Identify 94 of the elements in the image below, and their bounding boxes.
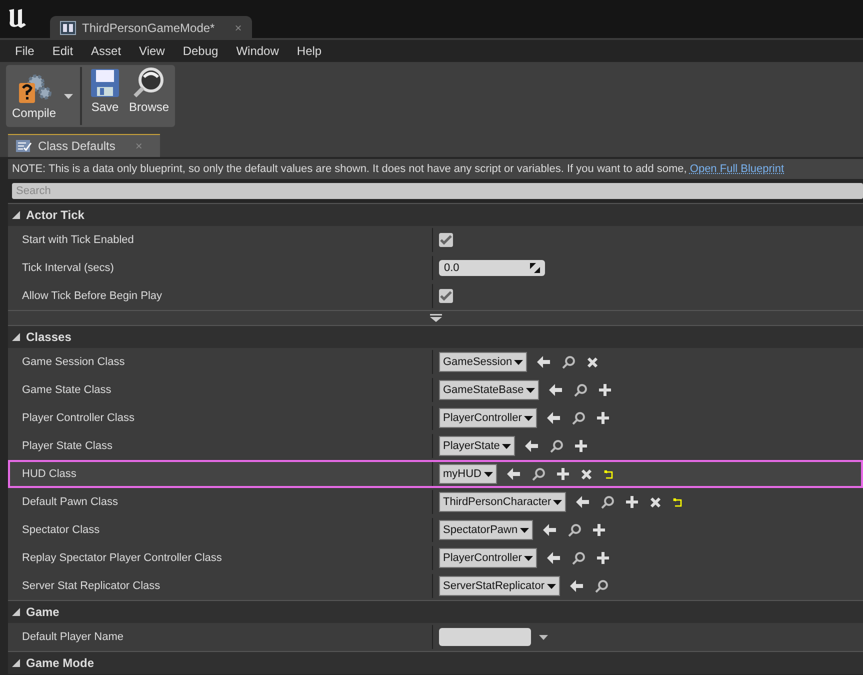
plus-icon[interactable]: [598, 384, 611, 396]
property-label: Game Session Class: [22, 356, 125, 368]
section-header[interactable]: Classes: [8, 326, 863, 348]
menu-item[interactable]: File: [6, 44, 44, 58]
search-icon[interactable]: [601, 496, 614, 508]
clear-icon[interactable]: [650, 496, 662, 508]
arrow-left-icon[interactable]: [542, 524, 556, 536]
arrow-left-icon[interactable]: [546, 552, 560, 564]
caret-icon: [502, 444, 511, 448]
note-text: NOTE: This is a data only blueprint, so only the default values are shown. It does not have any script or variables. If you want to add some, Open Full Blueprint: [8, 159, 863, 179]
search-icon[interactable]: [550, 440, 563, 452]
class-dropdown[interactable]: PlayerController: [439, 408, 537, 428]
browse-button[interactable]: Browse: [125, 65, 174, 127]
caret-icon: [553, 500, 562, 504]
compile-button[interactable]: Compile: [8, 70, 60, 122]
class-dropdown[interactable]: ThirdPersonCharacter: [439, 492, 566, 512]
caret-icon: [524, 416, 533, 420]
property-label: Default Pawn Class: [22, 496, 118, 508]
search-icon[interactable]: [532, 468, 544, 480]
document-title: ThirdPersonGameMode*: [82, 21, 215, 35]
arrow-left-icon[interactable]: [570, 580, 582, 592]
caret-icon: [546, 584, 556, 588]
menu-item[interactable]: Edit: [43, 44, 82, 58]
arrow-left-icon[interactable]: [576, 496, 590, 508]
checklist-icon: [16, 139, 32, 153]
class-dropdown[interactable]: GameSession: [439, 352, 528, 372]
gears-question-icon: [16, 72, 52, 104]
property-label: Game State Class: [22, 384, 112, 396]
class-dropdown[interactable]: ServerStatReplicator: [439, 576, 560, 596]
arrow-left-icon[interactable]: [546, 412, 560, 424]
show-advanced-icon[interactable]: [430, 314, 442, 322]
property-label: Server Stat Replicator Class: [22, 580, 160, 592]
panel-tab[interactable]: Class Defaults ×: [8, 134, 160, 157]
checkbox[interactable]: [439, 233, 453, 247]
class-dropdown[interactable]: SpectatorPawn: [439, 520, 533, 540]
caret-icon: [484, 472, 492, 476]
section-header[interactable]: Game Mode: [8, 652, 863, 674]
class-dropdown[interactable]: PlayerController: [439, 548, 537, 568]
caret-icon: [524, 556, 533, 560]
plus-icon[interactable]: [596, 552, 609, 564]
arrow-left-icon[interactable]: [524, 440, 538, 452]
menu-item[interactable]: Debug: [174, 44, 228, 58]
blueprint-icon: [60, 21, 76, 35]
search-icon[interactable]: [572, 552, 585, 564]
caret-icon: [526, 388, 535, 392]
open-full-blueprint-link[interactable]: Open Full Blueprint: [690, 163, 784, 175]
property-label: Spectator Class: [22, 524, 100, 536]
menu-item[interactable]: Asset: [82, 44, 130, 58]
class-dropdown[interactable]: GameStateBase: [439, 380, 539, 400]
plus-icon[interactable]: [556, 468, 568, 480]
search-icon[interactable]: [572, 412, 585, 424]
clear-icon[interactable]: [587, 356, 598, 368]
property-label: Tick Interval (secs): [22, 262, 114, 274]
property-label: Player Controller Class: [22, 412, 134, 424]
property-label: Allow Tick Before Begin Play: [22, 290, 162, 302]
caret-icon[interactable]: [539, 634, 548, 640]
property-label: Default Player Name: [22, 631, 124, 643]
search-icon[interactable]: [568, 524, 581, 536]
class-dropdown[interactable]: myHUD: [439, 464, 496, 484]
save-button[interactable]: Save: [85, 65, 126, 127]
property-label: Replay Spectator Player Controller Class: [22, 552, 222, 564]
reset-arrow-icon[interactable]: [604, 470, 612, 478]
search-icon[interactable]: [562, 356, 576, 368]
magnifier-icon: [132, 67, 166, 99]
section-header[interactable]: Actor Tick: [8, 204, 863, 226]
number-field[interactable]: 0.0: [439, 260, 545, 276]
plus-icon[interactable]: [596, 412, 609, 424]
caret-icon: [520, 528, 529, 532]
property-label: Start with Tick Enabled: [22, 234, 134, 246]
property-label: Player State Class: [22, 440, 112, 452]
search-icon[interactable]: [574, 384, 587, 396]
reset-arrow-icon[interactable]: [673, 498, 682, 506]
caret-icon: [514, 360, 524, 364]
arrow-left-icon[interactable]: [506, 468, 520, 480]
arrow-left-icon[interactable]: [537, 356, 550, 368]
plus-icon[interactable]: [574, 440, 587, 452]
resize-handle-icon: [530, 263, 540, 273]
section-header[interactable]: Game: [8, 601, 863, 623]
text-field[interactable]: [439, 628, 531, 646]
menu-item[interactable]: View: [130, 44, 174, 58]
search-field[interactable]: Search: [12, 183, 863, 199]
plus-icon[interactable]: [626, 496, 638, 508]
checkbox[interactable]: [439, 289, 453, 303]
class-dropdown[interactable]: PlayerState: [439, 436, 515, 456]
menu-item[interactable]: Help: [288, 44, 331, 58]
caret-icon[interactable]: [64, 94, 74, 98]
document-tab[interactable]: ThirdPersonGameMode* ×: [50, 16, 252, 40]
clear-icon[interactable]: [580, 468, 592, 480]
panel-title: Class Defaults: [38, 139, 116, 153]
plus-icon[interactable]: [592, 524, 605, 536]
arrow-left-icon[interactable]: [548, 384, 562, 396]
menu-item[interactable]: Window: [227, 44, 288, 58]
search-icon[interactable]: [594, 580, 608, 592]
property-label: HUD Class: [22, 468, 76, 480]
